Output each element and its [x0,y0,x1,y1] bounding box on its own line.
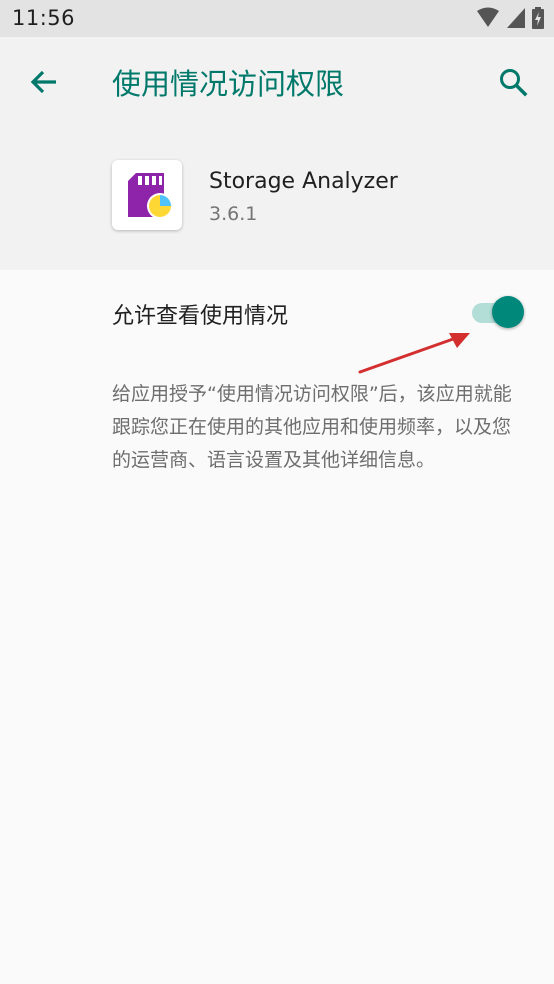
sd-card-chart-icon [128,173,173,219]
arrow-back-icon [30,70,56,94]
usage-access-switch[interactable] [470,296,526,330]
page-title: 使用情况访问权限 [112,67,345,101]
usage-access-label: 允许查看使用情况 [112,304,289,329]
wifi-icon [477,7,499,27]
back-button[interactable] [24,63,64,103]
cellular-signal-icon [507,8,525,28]
app-name: Storage Analyzer [209,169,398,194]
search-icon [500,69,528,97]
switch-thumb [492,296,524,328]
settings-content: 允许查看使用情况 给应用授予“使用情况访问权限”后，该应用就能跟踪您正在使用的其… [0,270,554,984]
status-bar: 11:56 [0,0,554,37]
usage-access-summary: 给应用授予“使用情况访问权限”后，该应用就能跟踪您正在使用的其他应用和使用频率，… [112,383,512,471]
app-icon [112,160,182,230]
app-header: 使用情况访问权限 Storage Analyzer 3.6.1 [0,37,554,270]
app-version: 3.6.1 [209,203,258,225]
battery-charging-icon [532,7,544,29]
annotation-arrow-icon [358,333,470,374]
search-button[interactable] [494,63,534,103]
status-time: 11:56 [12,6,76,30]
status-icons [476,7,544,29]
